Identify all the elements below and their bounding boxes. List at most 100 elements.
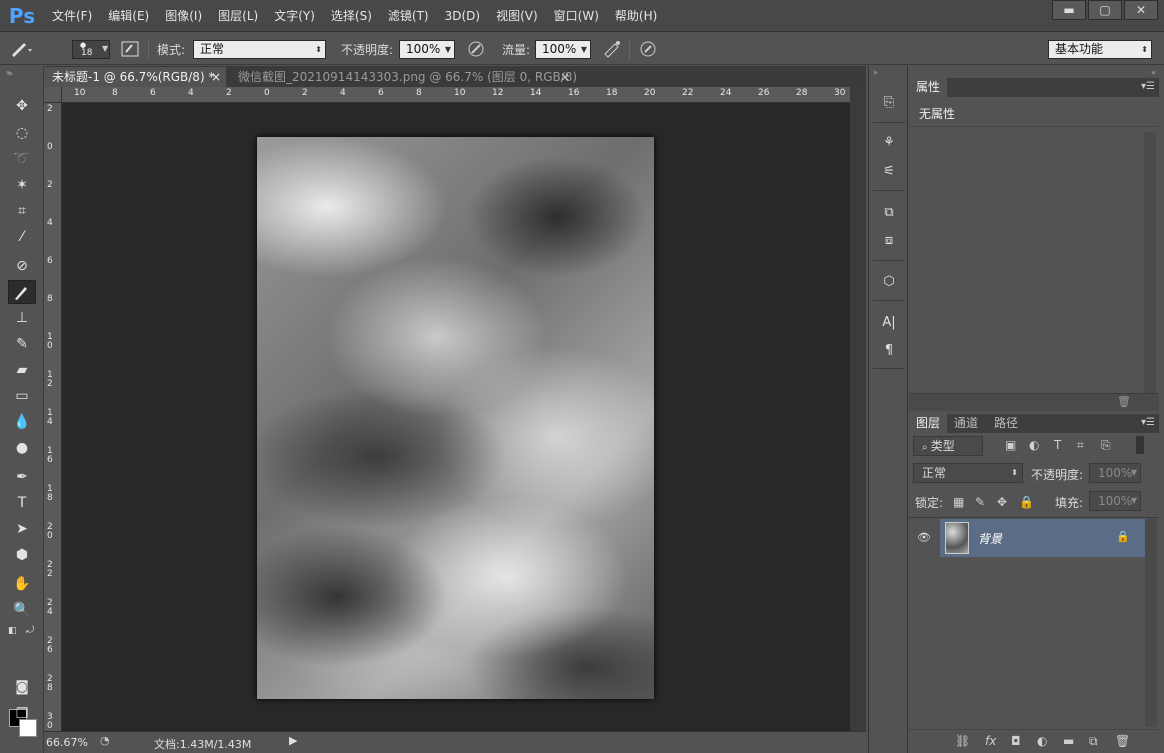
zoom-tool-icon[interactable]: 🔍 bbox=[8, 598, 36, 622]
swap-colors-icon[interactable]: ⤾ bbox=[26, 625, 34, 636]
brush-panel-icon[interactable]: ⚘ bbox=[875, 130, 903, 154]
minimize-button[interactable]: ▬ bbox=[1052, 0, 1086, 20]
zoom-level[interactable]: 66.67% bbox=[46, 736, 88, 749]
clone-stamp-tool-icon[interactable]: ⊥ bbox=[8, 306, 36, 330]
status-menu-arrow-icon[interactable]: ▶ bbox=[289, 734, 297, 747]
new-layer-icon[interactable]: ⧉ bbox=[1089, 734, 1098, 749]
close-button[interactable]: ✕ bbox=[1124, 0, 1158, 20]
healing-brush-tool-icon[interactable]: ⊘ bbox=[8, 254, 36, 278]
close-icon[interactable]: × bbox=[560, 67, 570, 87]
filter-type-icon[interactable]: T bbox=[1054, 438, 1061, 452]
fill-field[interactable]: 100% ▼ bbox=[1089, 491, 1141, 511]
layer-opacity-field[interactable]: 100% ▼ bbox=[1089, 463, 1141, 483]
tab-channels[interactable]: 通道 bbox=[947, 414, 985, 433]
shape-tool-icon[interactable]: ⬢ bbox=[8, 543, 36, 567]
panel-menu-icon[interactable]: ▾☰ bbox=[1141, 417, 1155, 428]
collapse-icon[interactable]: » bbox=[873, 68, 878, 77]
visibility-eye-icon[interactable]: 👁 bbox=[917, 531, 931, 544]
pressure-opacity-icon[interactable] bbox=[466, 33, 486, 65]
quick-mask-icon[interactable]: ◙ bbox=[8, 675, 36, 699]
gradient-tool-icon[interactable]: ▭ bbox=[8, 384, 36, 408]
close-icon[interactable]: × bbox=[211, 67, 221, 87]
filter-shape-icon[interactable]: ⌗ bbox=[1077, 438, 1084, 453]
layer-name[interactable]: 背景 bbox=[978, 530, 1002, 547]
menu-edit[interactable]: 编辑(E) bbox=[100, 0, 157, 32]
vertical-ruler[interactable]: 2 0 2 4 6 8 10 12 14 16 18 20 22 24 26 28 30 bbox=[44, 103, 62, 731]
eyedropper-tool-icon[interactable]: ⁄ bbox=[8, 225, 36, 249]
pressure-size-icon[interactable] bbox=[638, 33, 658, 65]
link-layers-icon[interactable]: ⛓ bbox=[955, 734, 970, 748]
flow-field[interactable]: 100% ▼ bbox=[535, 40, 591, 59]
hand-tool-icon[interactable]: ✋ bbox=[8, 572, 36, 596]
collapse-icon[interactable]: » bbox=[8, 69, 13, 78]
clone-source-icon[interactable]: ⧉ bbox=[875, 200, 903, 224]
menu-filter[interactable]: 滤镜(T) bbox=[380, 0, 437, 32]
airbrush-icon[interactable] bbox=[602, 33, 622, 65]
tab-document-1[interactable]: 未标题-1 @ 66.7%(RGB/8) * × bbox=[44, 67, 226, 87]
dodge-tool-icon[interactable]: ● bbox=[8, 436, 36, 460]
menu-type[interactable]: 文字(Y) bbox=[266, 0, 323, 32]
lasso-tool-icon[interactable]: ➰ bbox=[8, 147, 36, 171]
default-colors-icon[interactable]: ◧ bbox=[8, 626, 17, 636]
delete-layer-icon[interactable]: 🗑 bbox=[1115, 734, 1130, 748]
properties-scrollbar[interactable] bbox=[1144, 132, 1156, 408]
chevron-down-icon[interactable]: ▼ bbox=[581, 41, 587, 58]
new-group-icon[interactable]: ▬ bbox=[1063, 734, 1074, 748]
brush-panel-toggle-icon[interactable] bbox=[120, 33, 140, 65]
path-selection-tool-icon[interactable]: ➤ bbox=[8, 517, 36, 541]
menu-help[interactable]: 帮助(H) bbox=[607, 0, 665, 32]
3d-panel-icon[interactable]: ⬡ bbox=[875, 269, 903, 293]
tab-document-2[interactable]: 微信截图_20210914143303.png @ 66.7% (图层 0, R… bbox=[230, 67, 577, 87]
blend-mode-select[interactable]: 正常 ⬍ bbox=[913, 463, 1023, 483]
layer-row[interactable]: 背景 🔒 bbox=[940, 519, 1145, 557]
menu-file[interactable]: 文件(F) bbox=[44, 0, 100, 32]
adjustment-layer-icon[interactable]: ◐ bbox=[1037, 734, 1047, 748]
history-brush-tool-icon[interactable]: ✎ bbox=[8, 332, 36, 356]
blur-tool-icon[interactable]: 💧 bbox=[8, 410, 36, 434]
opacity-field[interactable]: 100% ▼ bbox=[399, 40, 455, 59]
trash-icon[interactable]: 🗑 bbox=[1117, 395, 1131, 408]
status-info-icon[interactable]: ◔ bbox=[100, 734, 110, 747]
menu-3d[interactable]: 3D(D) bbox=[437, 0, 488, 32]
layer-filter-select[interactable]: ⌕ 类型 bbox=[913, 436, 983, 456]
canvas-workspace[interactable] bbox=[62, 103, 850, 731]
lock-position-icon[interactable]: ✥ bbox=[997, 495, 1007, 509]
filter-adjustment-icon[interactable]: ◐ bbox=[1029, 438, 1039, 452]
maximize-button[interactable]: ▢ bbox=[1088, 0, 1122, 20]
menu-window[interactable]: 窗口(W) bbox=[546, 0, 607, 32]
marquee-tool-icon[interactable]: ◌ bbox=[8, 121, 36, 145]
tab-paths[interactable]: 路径 bbox=[987, 414, 1025, 433]
menu-image[interactable]: 图像(I) bbox=[157, 0, 210, 32]
magic-wand-tool-icon[interactable]: ✶ bbox=[8, 173, 36, 197]
chevron-down-icon[interactable]: ▼ bbox=[445, 41, 451, 58]
add-mask-icon[interactable]: ◘ bbox=[1011, 734, 1021, 748]
layer-style-icon[interactable]: fx bbox=[985, 734, 996, 748]
menu-layer[interactable]: 图层(L) bbox=[210, 0, 266, 32]
brush-presets-icon[interactable]: ⚟ bbox=[875, 159, 903, 183]
filter-smart-object-icon[interactable]: ⎘ bbox=[1101, 438, 1111, 453]
screen-mode-icon[interactable]: ❐ bbox=[8, 702, 36, 726]
vertical-scrollbar[interactable] bbox=[850, 87, 866, 731]
history-panel-icon[interactable]: ⎘ bbox=[875, 90, 903, 114]
filter-pixel-icon[interactable]: ▣ bbox=[1005, 438, 1016, 452]
brush-size-picker[interactable]: ● 18 ▼ bbox=[72, 40, 110, 59]
document-canvas[interactable] bbox=[257, 137, 654, 699]
workspace-select[interactable]: 基本功能 ⬍ bbox=[1048, 40, 1152, 59]
pen-tool-icon[interactable]: ✒ bbox=[8, 465, 36, 489]
collapse-icon[interactable]: « bbox=[1151, 68, 1156, 77]
menu-select[interactable]: 选择(S) bbox=[323, 0, 380, 32]
brush-tool-icon[interactable] bbox=[8, 280, 36, 304]
tab-properties[interactable]: 属性 bbox=[909, 78, 948, 97]
tab-layers[interactable]: 图层 bbox=[909, 414, 948, 433]
lock-pixels-icon[interactable]: ✎ bbox=[975, 495, 985, 509]
tool-presets-icon[interactable]: ⧈ bbox=[875, 228, 903, 252]
brush-tool-preset-icon[interactable] bbox=[8, 33, 34, 65]
menu-view[interactable]: 视图(V) bbox=[488, 0, 546, 32]
panel-menu-icon[interactable]: ▾☰ bbox=[1141, 81, 1155, 92]
layers-scrollbar[interactable] bbox=[1145, 519, 1157, 727]
move-tool-icon[interactable]: ✥ bbox=[8, 94, 36, 118]
filter-toggle[interactable] bbox=[1136, 436, 1144, 454]
mode-select[interactable]: 正常 ⬍ bbox=[193, 40, 326, 59]
type-tool-icon[interactable]: T bbox=[8, 491, 36, 515]
lock-all-icon[interactable]: 🔒 bbox=[1019, 495, 1034, 509]
